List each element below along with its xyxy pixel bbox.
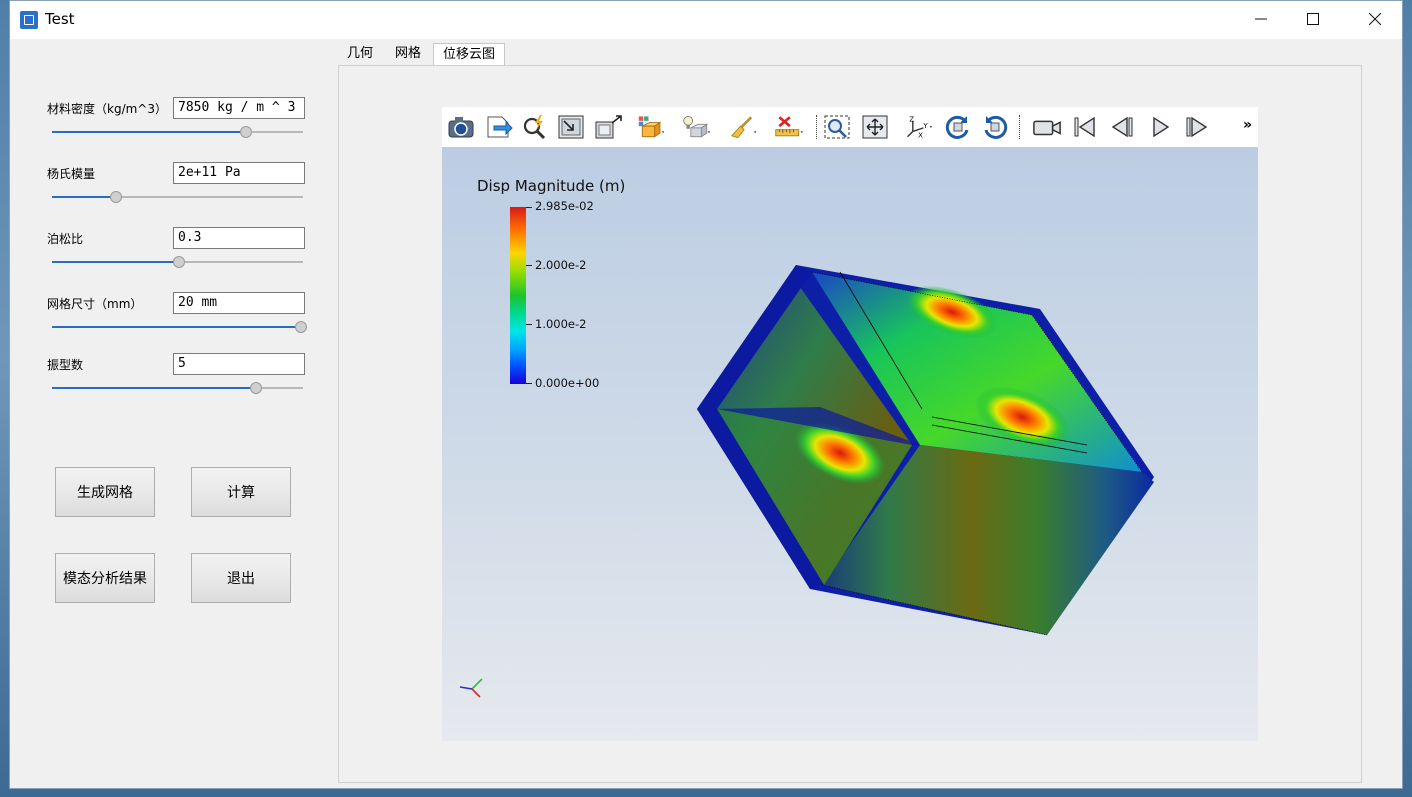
zoom-box-icon[interactable]	[822, 113, 852, 141]
rotate-ccw-icon[interactable]	[980, 113, 1010, 141]
slider-handle[interactable]	[172, 256, 185, 268]
zoom-to-data-icon[interactable]	[594, 113, 624, 141]
last-frame-icon[interactable]	[1182, 113, 1212, 141]
tab-mesh[interactable]: 网格	[383, 43, 433, 65]
maximize-icon	[1307, 13, 1319, 25]
youngs-modulus-slider[interactable]	[52, 191, 303, 203]
window-title: Test	[45, 10, 75, 28]
poisson-ratio-slider[interactable]	[52, 256, 303, 268]
axes-orientation-icon[interactable]: ZYX	[904, 113, 934, 141]
interactive-select-icon[interactable]	[520, 113, 550, 141]
viewer-toolbar: ZYX »	[442, 107, 1258, 147]
3d-render-view[interactable]: Disp Magnitude (m) 2.985e-02 2.000e-2 1.…	[442, 147, 1258, 741]
exit-button[interactable]: 退出	[191, 553, 291, 603]
density-label: 材料密度（kg/m^3）	[47, 102, 167, 116]
fem-model	[697, 265, 1154, 636]
color-map-icon[interactable]	[637, 113, 667, 141]
rotate-cw-icon[interactable]	[943, 113, 973, 141]
play-icon[interactable]	[1145, 113, 1175, 141]
camera-icon[interactable]	[446, 113, 476, 141]
mode-count-input[interactable]: 5	[173, 353, 305, 375]
pan-icon[interactable]	[860, 113, 890, 141]
close-button[interactable]	[1352, 1, 1398, 39]
tab-geometry[interactable]: 几何	[337, 43, 383, 65]
mode-count-slider[interactable]	[52, 382, 303, 394]
youngs-modulus-input[interactable]: 2e+11 Pa	[173, 162, 305, 184]
video-camera-icon[interactable]	[1032, 113, 1062, 141]
prev-frame-icon[interactable]	[1107, 113, 1137, 141]
mesh-size-input[interactable]: 20 mm	[173, 292, 305, 314]
reset-camera-icon[interactable]	[556, 113, 586, 141]
mesh-size-label: 网格尺寸（mm）	[47, 297, 143, 311]
ruler-icon[interactable]	[774, 113, 804, 141]
poisson-ratio-input[interactable]: 0.3	[173, 227, 305, 249]
title-bar: Test	[10, 1, 1402, 39]
tab-displacement[interactable]: 位移云图	[433, 43, 505, 65]
minimize-icon	[1255, 18, 1267, 20]
orientation-axes-icon	[459, 678, 483, 698]
render-viewer: ZYX » Disp Magnitude (m) 2.985e-02 2.000…	[442, 107, 1258, 741]
density-slider[interactable]	[52, 126, 303, 138]
toolbar-separator	[1019, 115, 1022, 139]
poisson-ratio-label: 泊松比	[47, 232, 84, 246]
export-icon[interactable]	[484, 113, 514, 141]
slider-handle[interactable]	[109, 191, 122, 203]
youngs-modulus-label: 杨氏模量	[47, 167, 96, 181]
first-frame-icon[interactable]	[1070, 113, 1100, 141]
parameter-panel: 材料密度（kg/m^3） 7850 kg / m ^ 3 杨氏模量 2e+11 …	[10, 39, 337, 790]
minimize-button[interactable]	[1238, 1, 1284, 39]
svg-text:Z: Z	[909, 115, 914, 124]
app-window: Test 材料密度（kg/m^3） 7850 kg / m ^ 3 杨氏模量 2…	[9, 0, 1403, 789]
mode-count-label: 振型数	[47, 358, 84, 372]
svg-text:Y: Y	[922, 121, 928, 130]
lighting-icon[interactable]	[682, 113, 712, 141]
generate-mesh-button[interactable]: 生成网格	[55, 467, 155, 517]
close-icon	[1368, 12, 1382, 26]
paint-brush-icon[interactable]	[730, 113, 760, 141]
density-input[interactable]: 7850 kg / m ^ 3	[173, 97, 305, 119]
maximize-button[interactable]	[1290, 1, 1336, 39]
modal-results-button[interactable]: 模态分析结果	[55, 553, 155, 603]
compute-button[interactable]: 计算	[191, 467, 291, 517]
slider-handle[interactable]	[295, 321, 308, 333]
slider-handle[interactable]	[250, 382, 263, 394]
toolbar-overflow-button[interactable]: »	[1243, 117, 1252, 133]
mesh-size-slider[interactable]	[52, 321, 308, 333]
svg-text:X: X	[918, 131, 923, 140]
app-icon	[20, 11, 38, 29]
toolbar-separator	[816, 115, 819, 139]
slider-handle[interactable]	[240, 126, 253, 138]
